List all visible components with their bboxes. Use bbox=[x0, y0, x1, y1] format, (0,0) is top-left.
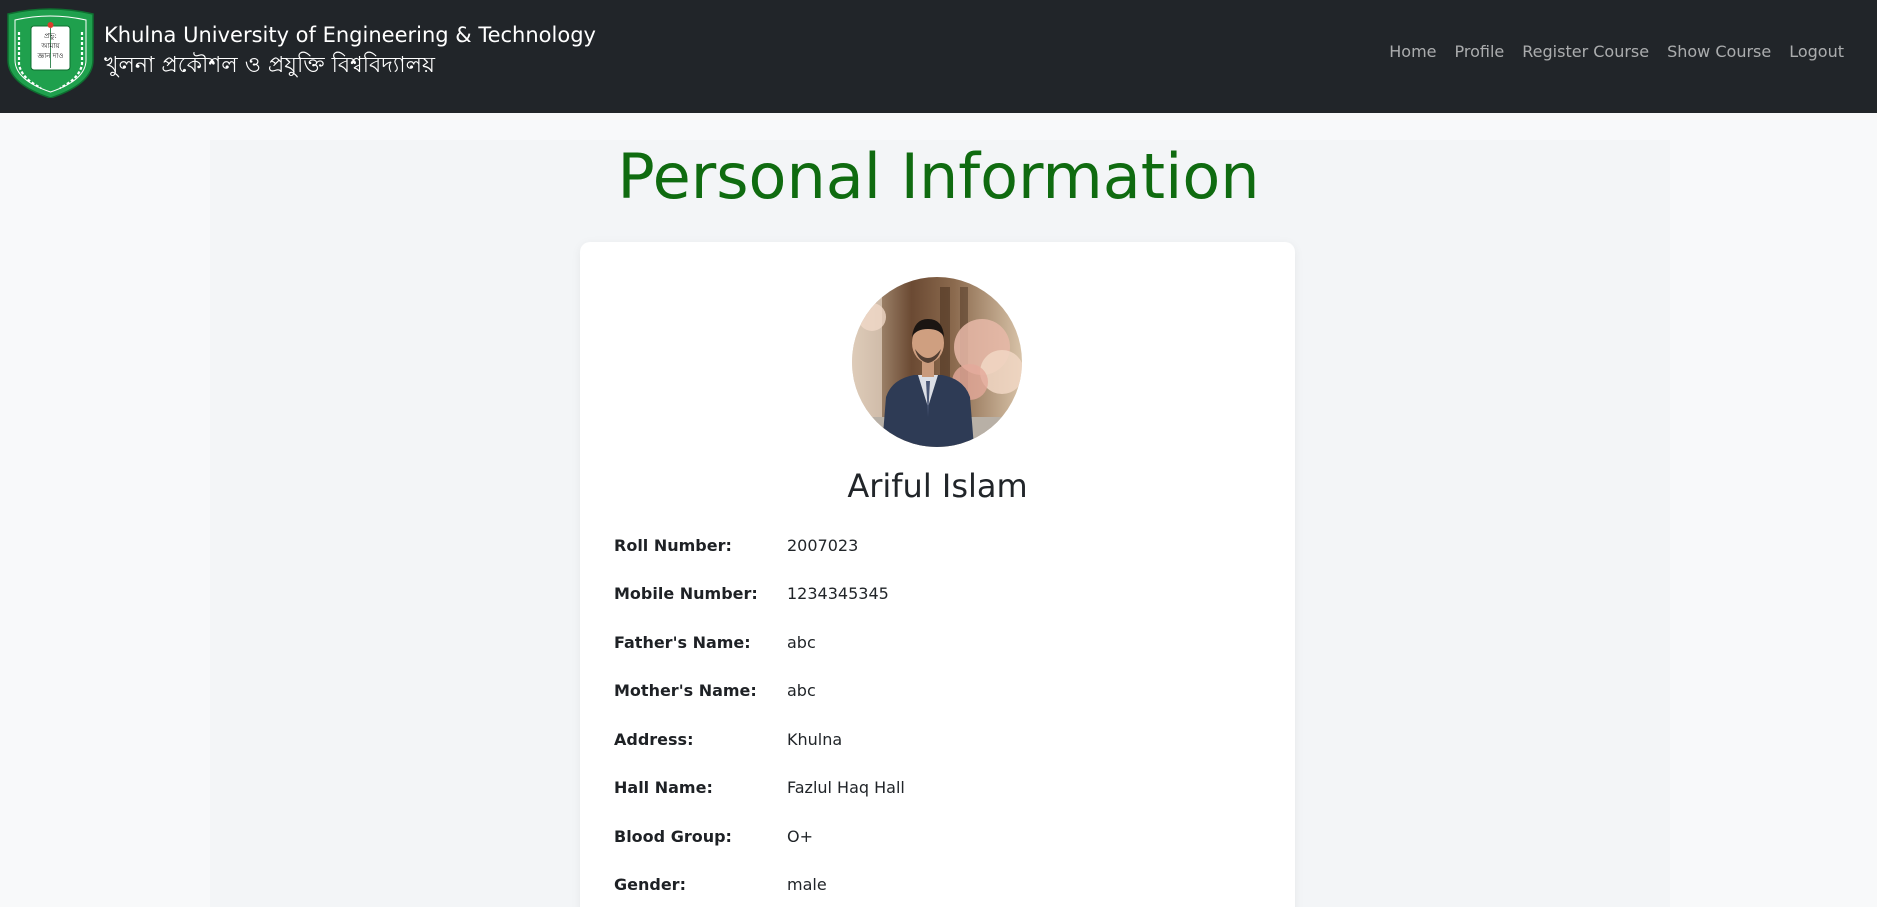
university-logo[interactable]: প্রভু: আমায় জ্ঞান দাও bbox=[5, 8, 96, 98]
profile-card: Ariful Islam Roll Number: 2007023 Mobile… bbox=[580, 242, 1295, 907]
brand-name-bangla: খুলনা প্রকৌশল ও প্রযুক্তি বিশ্ববিদ্যালয় bbox=[104, 53, 435, 78]
field-value: male bbox=[787, 875, 827, 894]
svg-text:প্রভু:: প্রভু: bbox=[44, 32, 57, 40]
field-label: Mother's Name: bbox=[614, 681, 757, 700]
nav-register-course-link[interactable]: Register Course bbox=[1522, 40, 1649, 64]
top-navbar: প্রভু: আমায় জ্ঞান দাও Khulna University… bbox=[0, 0, 1877, 113]
svg-text:আমায়: আমায় bbox=[40, 42, 60, 50]
field-value: Khulna bbox=[787, 730, 843, 749]
field-label: Hall Name: bbox=[614, 778, 713, 797]
field-value: 2007023 bbox=[787, 536, 859, 555]
nav-show-course-link[interactable]: Show Course bbox=[1667, 40, 1771, 64]
field-label: Roll Number: bbox=[614, 536, 732, 555]
field-value: abc bbox=[787, 633, 816, 652]
blood-group-row: Blood Group: O+ bbox=[614, 827, 1264, 851]
mobile-number-row: Mobile Number: 1234345345 bbox=[614, 584, 1264, 608]
mothers-name-row: Mother's Name: abc bbox=[614, 681, 1264, 705]
field-label: Blood Group: bbox=[614, 827, 732, 846]
brand-name-english: Khulna University of Engineering & Techn… bbox=[104, 23, 596, 47]
brand[interactable]: Khulna University of Engineering & Techn… bbox=[104, 20, 596, 82]
student-name: Ariful Islam bbox=[847, 467, 1028, 505]
field-value: 1234345345 bbox=[787, 584, 889, 603]
page-title: Personal Information bbox=[617, 140, 1260, 213]
field-label: Address: bbox=[614, 730, 694, 749]
svg-text:জ্ঞান দাও: জ্ঞান দাও bbox=[37, 52, 64, 60]
field-value: O+ bbox=[787, 827, 813, 846]
field-label: Gender: bbox=[614, 875, 686, 894]
field-label: Father's Name: bbox=[614, 633, 751, 652]
nav-home-link[interactable]: Home bbox=[1389, 40, 1436, 64]
roll-number-row: Roll Number: 2007023 bbox=[614, 536, 1264, 560]
fathers-name-row: Father's Name: abc bbox=[614, 633, 1264, 657]
nav-logout-link[interactable]: Logout bbox=[1789, 40, 1844, 64]
address-row: Address: Khulna bbox=[614, 730, 1264, 754]
field-value: Fazlul Haq Hall bbox=[787, 778, 905, 797]
gender-row: Gender: male bbox=[614, 875, 1264, 899]
hall-name-row: Hall Name: Fazlul Haq Hall bbox=[614, 778, 1264, 802]
nav-profile-link[interactable]: Profile bbox=[1455, 40, 1505, 64]
field-value: abc bbox=[787, 681, 816, 700]
profile-photo bbox=[852, 277, 1022, 447]
field-label: Mobile Number: bbox=[614, 584, 758, 603]
nav-links: Home Profile Register Course Show Course… bbox=[1389, 40, 1844, 64]
